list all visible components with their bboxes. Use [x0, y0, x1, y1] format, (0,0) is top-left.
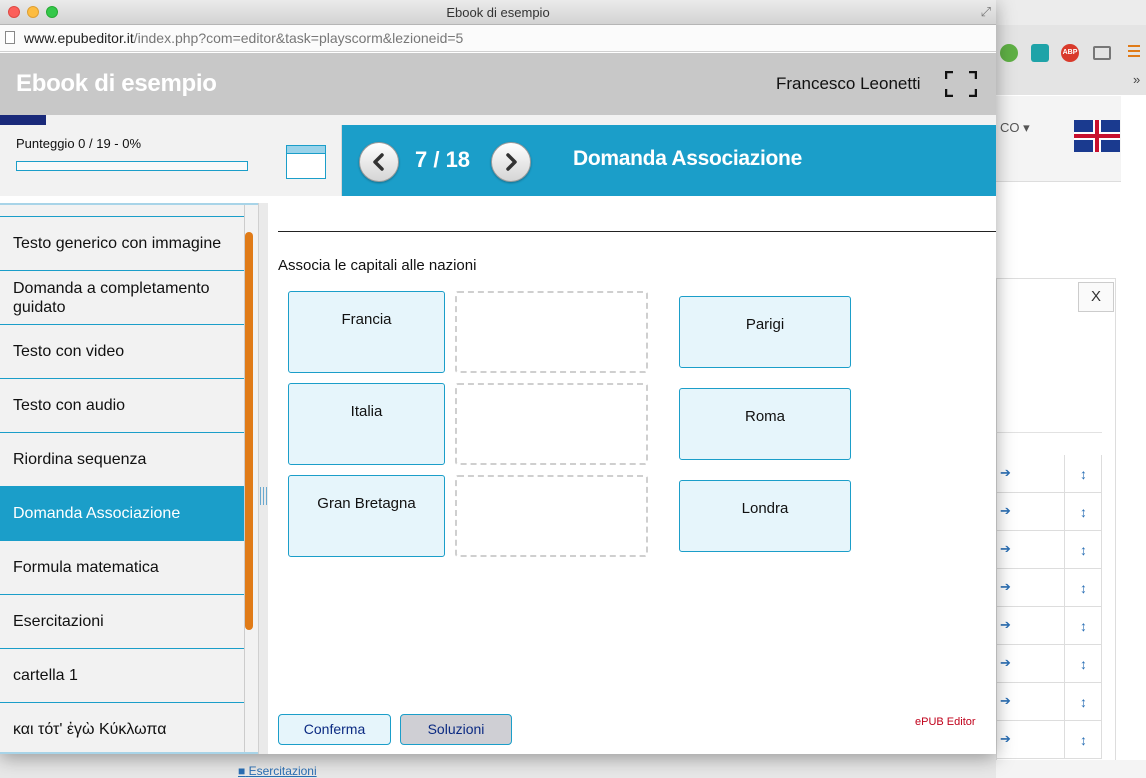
menu-icon[interactable]	[1128, 45, 1140, 57]
enter-icon[interactable]: ➔	[1000, 541, 1024, 557]
background-divider	[996, 432, 1102, 433]
sidebar-item-domanda-completamento[interactable]: Domanda a completamento guidato	[0, 271, 244, 325]
score-panel: Punteggio 0 / 19 - 0%	[0, 125, 342, 196]
splitter-grip-icon[interactable]	[260, 487, 268, 505]
background-folder-link[interactable]: ■ Esercitazioni	[238, 764, 317, 778]
extension-green-icon[interactable]	[1000, 44, 1018, 62]
layout-toggle-icon[interactable]	[286, 145, 326, 179]
content-divider	[278, 231, 996, 232]
enter-icon[interactable]: ➔	[1000, 693, 1024, 709]
sort-icon[interactable]: ↕	[1064, 683, 1102, 721]
sidebar-item-testo-generico[interactable]: Testo generico con immagine	[0, 217, 244, 271]
exercise-area: Associa le capitali alle nazioni Francia…	[268, 196, 996, 754]
previous-page-button[interactable]	[359, 142, 399, 182]
background-table-row: ➔ ↕	[996, 455, 1102, 493]
table-of-contents: Testo generico con immagine Domanda a co…	[0, 203, 245, 754]
sidebar-item-testo-audio[interactable]: Testo con audio	[0, 379, 244, 433]
drop-zone[interactable]	[455, 383, 648, 465]
enter-icon[interactable]: ➔	[1000, 503, 1024, 519]
sidebar-item-formula-matematica[interactable]: Formula matematica	[0, 541, 244, 595]
reading-progress-fill	[0, 115, 46, 125]
sidebar-item-esercitazioni[interactable]: Esercitazioni	[0, 595, 244, 649]
chevron-right-icon	[506, 153, 517, 171]
sort-icon[interactable]: ↕	[1064, 493, 1102, 531]
uk-flag-icon[interactable]	[1074, 120, 1120, 152]
sidebar-item-testo-video[interactable]: Testo con video	[0, 325, 244, 379]
overflow-chevron-icon[interactable]: »	[1133, 72, 1140, 87]
pane-splitter[interactable]	[258, 203, 268, 754]
background-close-button[interactable]: X	[1078, 282, 1114, 312]
sort-icon[interactable]: ↕	[1064, 607, 1102, 645]
exercise-prompt: Associa le capitali alle nazioni	[278, 257, 477, 274]
navigation-bar: 7 / 18 Domanda Associazione	[342, 125, 996, 196]
sort-icon[interactable]: ↕	[1064, 569, 1102, 607]
drop-zone[interactable]	[455, 475, 648, 557]
enter-icon[interactable]: ➔	[1000, 617, 1024, 633]
sidebar-item-cartella-1[interactable]: cartella 1	[0, 649, 244, 703]
score-progress-bar	[16, 161, 248, 171]
enter-icon[interactable]: ➔	[1000, 465, 1024, 481]
sidebar-scrollbar-thumb[interactable]	[245, 232, 253, 630]
nation-card[interactable]: Gran Bretagna	[288, 475, 445, 557]
caret-down-icon: ▾	[1023, 120, 1030, 135]
next-page-button[interactable]	[491, 142, 531, 182]
nation-card[interactable]: Francia	[288, 291, 445, 373]
background-table-row: ➔ ↕	[996, 607, 1102, 645]
reading-progress-bar	[0, 115, 996, 125]
sidebar-item-greek-text[interactable]: και τότ' ἐγὼ Κύκλωπα	[0, 703, 244, 754]
page-counter: 7 / 18	[415, 147, 471, 172]
background-footer	[996, 760, 1146, 778]
sort-icon[interactable]: ↕	[1064, 455, 1102, 493]
capital-card[interactable]: Parigi	[679, 296, 851, 368]
drop-zone[interactable]	[455, 291, 648, 373]
window-title: Ebook di esempio	[446, 5, 550, 20]
solutions-button[interactable]: Soluzioni	[400, 714, 512, 745]
window-titlebar[interactable]: Ebook di esempio ⤢	[0, 0, 996, 25]
sort-icon[interactable]: ↕	[1064, 531, 1102, 569]
url-text[interactable]: www.epubeditor.it/index.php?com=editor&t…	[24, 30, 463, 46]
popup-window: Ebook di esempio ⤢ www.epubeditor.it/ind…	[0, 0, 996, 754]
folder-icon: ■	[238, 764, 246, 778]
confirm-button[interactable]: Conferma	[278, 714, 391, 745]
sort-icon[interactable]: ↕	[1064, 721, 1102, 759]
score-label: Punteggio 0 / 19 - 0%	[16, 136, 142, 151]
brand-label: ePUB Editor	[915, 716, 976, 728]
document-icon	[5, 31, 15, 44]
background-user-menu[interactable]: CO ▾	[1000, 120, 1030, 136]
background-table-row: ➔ ↕	[996, 683, 1102, 721]
capital-card[interactable]: Roma	[679, 388, 851, 460]
chevron-left-icon	[373, 153, 384, 171]
resize-icon[interactable]: ⤢	[981, 4, 991, 20]
url-bar[interactable]: www.epubeditor.it/index.php?com=editor&t…	[0, 25, 996, 52]
background-footer-left	[0, 754, 996, 778]
app-header: Ebook di esempio Francesco Leonetti	[0, 53, 996, 115]
sidebar-item-riordina-sequenza[interactable]: Riordina sequenza	[0, 433, 244, 487]
app-title: Ebook di esempio	[16, 70, 217, 97]
capital-card[interactable]: Londra	[679, 480, 851, 552]
sidebar-item-domanda-associazione[interactable]: Domanda Associazione	[0, 487, 244, 541]
user-name: Francesco Leonetti	[776, 74, 921, 93]
nation-card[interactable]: Italia	[288, 383, 445, 465]
adblock-icon[interactable]: ABP	[1061, 44, 1079, 62]
screen-cast-icon[interactable]	[1093, 46, 1111, 60]
section-title: Domanda Associazione	[573, 147, 802, 170]
enter-icon[interactable]: ➔	[1000, 579, 1024, 595]
background-table-row: ➔ ↕	[996, 493, 1102, 531]
background-table-row: ➔ ↕	[996, 721, 1102, 759]
background-table-row: ➔ ↕	[996, 645, 1102, 683]
sort-icon[interactable]: ↕	[1064, 645, 1102, 683]
enter-icon[interactable]: ➔	[1000, 731, 1024, 747]
extension-cast-icon[interactable]	[1031, 44, 1049, 62]
enter-icon[interactable]: ➔	[1000, 655, 1024, 671]
fullscreen-icon[interactable]	[945, 71, 977, 97]
background-table-row: ➔ ↕	[996, 569, 1102, 607]
background-table-row: ➔ ↕	[996, 531, 1102, 569]
